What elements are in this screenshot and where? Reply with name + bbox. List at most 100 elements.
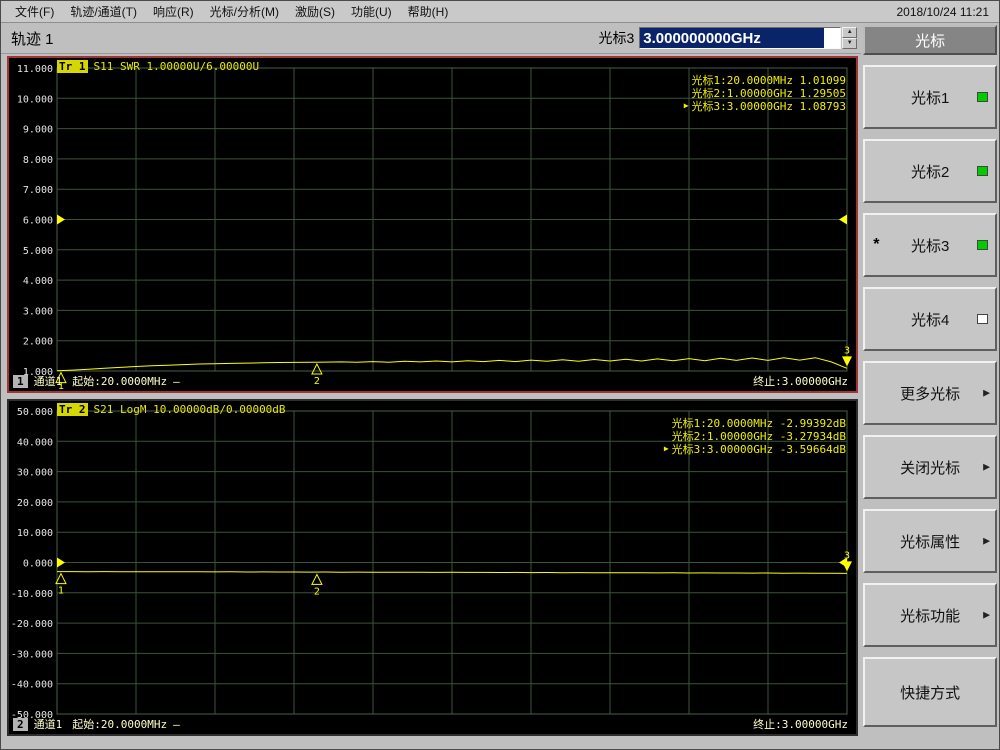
marker1-led-indicator (977, 92, 988, 102)
trace-title: Tr 2 S21 LogM 10.00000dB/0.00000dB (57, 403, 286, 416)
chart-panel-s21: Tr 2 S21 LogM 10.00000dB/0.00000dB ▶光标1:… (7, 399, 858, 736)
value-spinner: ▲ ▼ (842, 27, 858, 49)
softkey-label: 光标1 (910, 89, 950, 107)
svg-text:3.000: 3.000 (23, 306, 53, 317)
svg-text:7.000: 7.000 (23, 185, 53, 196)
spinner-down-button[interactable]: ▼ (842, 38, 858, 49)
sweep-indicator: — (173, 717, 180, 731)
svg-text:2.000: 2.000 (23, 337, 53, 348)
channel-label: 通道1 (33, 375, 63, 388)
datetime-display: 2018/10/24 11:21 (896, 4, 989, 19)
menu-item-file[interactable]: 文件(F) (7, 3, 62, 20)
trace-id-badge[interactable]: Tr 1 (57, 60, 88, 73)
svg-text:30.000: 30.000 (17, 468, 53, 479)
softkey-panel: 光标 光标1 ▶ 光标2 ▶ * 光标3 ▶ 光标4 (861, 23, 999, 737)
svg-text:3: 3 (844, 345, 850, 356)
marker-readouts: ▶光标1:20.0000MHz -2.99392dB ▶光标2:1.00000G… (663, 416, 846, 456)
channel-status-bar: 1 通道1 起始:20.0000MHz — 终止:3.00000GHz (13, 373, 848, 389)
active-marker-arrow-icon: ▶ (663, 444, 669, 453)
marker-entry-value[interactable]: 3.000000000GHz (640, 28, 825, 48)
svg-text:-10.000: -10.000 (11, 589, 53, 600)
menu-item-response[interactable]: 响应(R) (145, 3, 202, 20)
svg-text:8.000: 8.000 (23, 155, 53, 166)
svg-text:50.000: 50.000 (17, 407, 53, 418)
svg-text:-20.000: -20.000 (11, 619, 53, 630)
submenu-arrow-icon: ▶ (983, 461, 990, 472)
svg-text:20.000: 20.000 (17, 498, 53, 509)
marker-readout-line: ▶ 光标3:3.00000GHz 1.08793 (683, 99, 846, 113)
softkey-marker-properties[interactable]: 光标属性 ▶ (863, 509, 997, 573)
softkey-more-markers[interactable]: 更多光标 ▶ (863, 361, 997, 425)
softkey-label: 光标4 (910, 311, 950, 329)
svg-text:5.000: 5.000 (23, 246, 53, 257)
trace-id-badge[interactable]: Tr 2 (57, 403, 88, 416)
marker-entry: 光标3 3.000000000GHz ▲ ▼ (598, 27, 858, 49)
softkey-marker-off[interactable]: 关闭光标 ▶ (863, 435, 997, 499)
marker2-led-indicator (977, 166, 988, 176)
menu-bar: 文件(F) 轨迹/通道(T) 响应(R) 光标/分析(M) 激励(S) 功能(U… (1, 1, 999, 23)
marker-readout-text: 光标3:3.00000GHz -3.59664dB (671, 442, 846, 456)
softkey-panel-title: 光标 (863, 25, 997, 55)
start-freq-label: 起始:20.0000MHz (72, 375, 168, 388)
marker3-led-indicator (977, 240, 988, 250)
vna-app-window: 文件(F) 轨迹/通道(T) 响应(R) 光标/分析(M) 激励(S) 功能(U… (0, 0, 1000, 750)
channel-badge: 2 (13, 717, 28, 731)
svg-text:0.000: 0.000 (23, 559, 53, 570)
submenu-arrow-icon: ▶ (983, 387, 990, 398)
menu-item-function[interactable]: 功能(U) (343, 3, 400, 20)
sweep-indicator: — (173, 374, 180, 388)
channel-badge: 1 (13, 374, 28, 388)
svg-text:6.000: 6.000 (23, 216, 53, 227)
svg-text:3: 3 (844, 550, 850, 561)
menu-item-trace-channel[interactable]: 轨迹/通道(T) (62, 3, 145, 20)
softkey-label: 光标2 (910, 163, 950, 181)
marker-readouts: ▶光标1:20.0000MHz 1.01099 ▶光标2:1.00000GHz … (683, 73, 846, 113)
softkey-label: 光标属性 (900, 533, 961, 551)
softkey-label: 关闭光标 (900, 459, 961, 477)
spinner-up-button[interactable]: ▲ (842, 27, 858, 38)
stop-freq-label: 终止:3.00000GHz (753, 375, 848, 388)
softkey-label: 快捷方式 (900, 684, 961, 702)
svg-text:1: 1 (58, 586, 64, 597)
softkey-label: 更多光标 (900, 385, 961, 403)
active-softkey-star: * (873, 236, 880, 253)
trace-format-label: S21 LogM 10.00000dB/0.00000dB (93, 403, 286, 416)
svg-text:10.000: 10.000 (17, 94, 53, 105)
softkey-marker-function[interactable]: 光标功能 ▶ (863, 583, 997, 647)
marker-readout-line: ▶ 光标3:3.00000GHz -3.59664dB (663, 442, 846, 456)
softkey-label: 光标功能 (900, 607, 961, 625)
menu-item-stimulus[interactable]: 激励(S) (287, 3, 343, 20)
softkey-marker1[interactable]: 光标1 ▶ (863, 65, 997, 129)
softkey-label: 光标3 (910, 237, 950, 255)
menu-item-marker-analysis[interactable]: 光标/分析(M) (202, 3, 287, 20)
svg-text:40.000: 40.000 (17, 437, 53, 448)
trace-title: Tr 1 S11 SWR 1.00000U/6.00000U (57, 60, 259, 73)
submenu-arrow-icon: ▶ (983, 535, 990, 546)
softkey-marker2[interactable]: 光标2 ▶ (863, 139, 997, 203)
svg-text:2: 2 (314, 586, 320, 597)
marker-entry-field[interactable]: 3.000000000GHz (639, 27, 842, 49)
softkey-shortcut[interactable]: 快捷方式 ▶ (863, 657, 997, 727)
channel-status-bar: 2 通道1 起始:20.0000MHz — 终止:3.00000GHz (13, 716, 848, 732)
svg-text:-30.000: -30.000 (11, 649, 53, 660)
active-trace-label: 轨迹 1 (11, 30, 54, 48)
marker-readout-text: 光标3:3.00000GHz 1.08793 (691, 99, 846, 113)
svg-text:-40.000: -40.000 (11, 680, 53, 691)
svg-text:4.000: 4.000 (23, 276, 53, 287)
channel-label: 通道1 (33, 718, 63, 731)
svg-text:10.000: 10.000 (17, 528, 53, 539)
start-freq-label: 起始:20.0000MHz (72, 718, 168, 731)
marker-entry-label: 光标3 (598, 30, 635, 46)
stop-freq-label: 终止:3.00000GHz (753, 718, 848, 731)
svg-text:11.000: 11.000 (17, 64, 53, 75)
marker4-led-indicator (977, 314, 988, 324)
softkey-marker4[interactable]: 光标4 ▶ (863, 287, 997, 351)
menu-item-help[interactable]: 帮助(H) (400, 3, 457, 20)
submenu-arrow-icon: ▶ (983, 609, 990, 620)
toolbar: 轨迹 1 光标3 3.000000000GHz ▲ ▼ (1, 23, 862, 54)
trace-format-label: S11 SWR 1.00000U/6.00000U (93, 60, 260, 73)
svg-text:9.000: 9.000 (23, 125, 53, 136)
active-marker-arrow-icon: ▶ (683, 101, 689, 110)
chart-panel-s11: Tr 1 S11 SWR 1.00000U/6.00000U ▶光标1:20.0… (7, 56, 858, 393)
softkey-marker3[interactable]: * 光标3 ▶ (863, 213, 997, 277)
